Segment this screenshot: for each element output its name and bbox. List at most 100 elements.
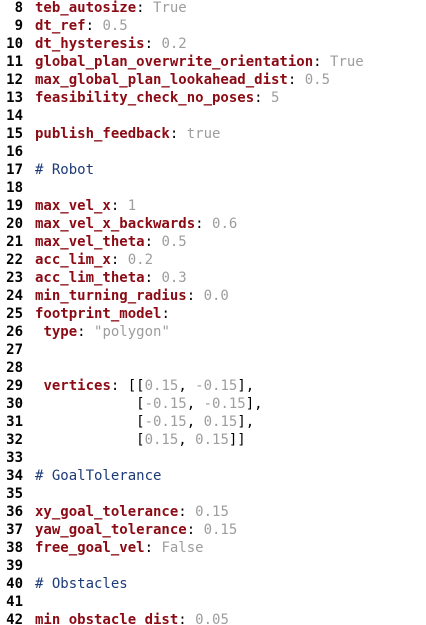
code-text: footprint_model: [35,305,170,323]
code-value: 0.0 [203,288,229,304]
code-line[interactable]: 19 max_vel_x: 1 [0,197,136,215]
code-editor[interactable]: 8 teb_autosize: True 9 dt_ref: 0.5 10 dt_hyst… [0,0,426,625]
line-number: 31 [6,414,23,430]
code-text: max_vel_theta: 0.5 [35,233,187,251]
code-value: -0.15 [144,396,187,412]
code-line[interactable]: 35 [0,485,23,503]
code-line[interactable]: 37 yaw_goal_tolerance: 0.15 [0,521,237,539]
code-value: False [161,540,204,556]
code-line[interactable]: 22 acc_lim_x: 0.2 [0,251,153,269]
line-number: 22 [6,252,23,268]
code-line[interactable]: 25 footprint_model: [0,305,170,323]
code-text: dt_hysteresis: 0.2 [35,35,187,53]
code-line[interactable]: 33 [0,449,23,467]
code-value: 0.5 [304,72,331,88]
code-separator: : [144,234,162,250]
code-key: max_global_plan_lookahead_dist [35,72,288,88]
code-value: 0.5 [102,18,128,34]
code-value: 0.15 [195,504,229,520]
code-value: "polygon" [94,324,170,340]
code-text: feasibility_check_no_poses: 5 [35,89,279,107]
code-key: min_turning_radius [35,288,187,304]
code-text: dt_ref: 0.5 [35,17,128,35]
line-number: 16 [6,144,23,160]
code-punctuation: [ [35,396,145,412]
code-text: max_vel_x_backwards: 0.6 [35,215,237,233]
code-line[interactable]: 16 [0,143,23,161]
code-line[interactable]: 15 publish_feedback: true [0,125,220,143]
code-key: acc_lim_theta [35,270,145,286]
code-line[interactable]: 13 feasibility_check_no_poses: 5 [0,89,279,107]
code-punctuation: , [186,396,204,412]
line-number: 25 [6,306,23,322]
code-punctuation: ], [245,396,263,412]
code-punctuation: [ [35,414,145,430]
line-number: 24 [6,288,23,304]
line-number: 15 [6,126,23,142]
code-value: True [330,54,364,70]
code-punctuation: ], [237,414,255,430]
code-value: 1 [127,198,137,214]
code-line[interactable]: 32 [0.15, 0.15]] [0,431,246,449]
code-comment: # Obstacles [35,576,128,592]
code-line[interactable]: 14 [0,107,23,125]
code-text: [-0.15, 0.15], [35,413,254,431]
code-key: max_vel_x_backwards [35,216,196,232]
code-separator: : [186,522,204,538]
code-text: global_plan_overwrite_orientation: True [35,53,364,71]
code-line[interactable]: 28 [0,359,23,377]
code-punctuation: , [178,378,196,394]
code-separator: : [110,252,128,268]
code-value: -0.15 [195,378,238,394]
code-separator: : [144,36,162,52]
code-line[interactable]: 41 [0,593,23,611]
code-value: 0.05 [195,612,229,625]
code-value: 0.6 [212,216,238,232]
code-line[interactable]: 21 max_vel_theta: 0.5 [0,233,187,251]
code-text: [0.15, 0.15]] [35,431,246,449]
code-line[interactable]: 23 acc_lim_theta: 0.3 [0,269,187,287]
code-line[interactable]: 38 free_goal_vel: False [0,539,203,557]
code-line[interactable]: 20 max_vel_x_backwards: 0.6 [0,215,237,233]
code-line[interactable]: 18 [0,179,23,197]
code-line[interactable]: 29 vertices: [[0.15, -0.15], [0,377,254,395]
code-punctuation: [ [35,432,145,448]
code-text: teb_autosize: True [35,0,187,17]
code-text: min_turning_radius: 0.0 [35,287,229,305]
code-line[interactable]: 42 min_obstacle_dist: 0.05 [0,611,229,625]
line-number: 26 [6,324,23,340]
line-number: 32 [6,432,23,448]
code-line[interactable]: 24 min_turning_radius: 0.0 [0,287,229,305]
code-line[interactable]: 39 [0,557,23,575]
code-separator: : [254,90,272,106]
line-number: 28 [6,360,23,376]
code-comment: # Robot [35,162,95,178]
code-line[interactable]: 40 # Obstacles [0,575,128,593]
code-line[interactable]: 9 dt_ref: 0.5 [0,17,128,35]
code-line[interactable]: 17 # Robot [0,161,94,179]
code-line[interactable]: 26 type: "polygon" [0,323,170,341]
code-value: True [153,0,187,16]
code-line[interactable]: 31 [-0.15, 0.15], [0,413,254,431]
code-line[interactable]: 34 # GoalTolerance [0,467,161,485]
code-line[interactable]: 36 xy_goal_tolerance: 0.15 [0,503,229,521]
line-number: 40 [6,576,23,592]
code-line[interactable]: 10 dt_hysteresis: 0.2 [0,35,187,53]
code-comment: # GoalTolerance [35,468,162,484]
code-line[interactable]: 30 [-0.15, -0.15], [0,395,262,413]
code-text: [-0.15, -0.15], [35,395,263,413]
code-text: # Obstacles [35,575,128,593]
code-text: acc_lim_x: 0.2 [35,251,153,269]
code-key: xy_goal_tolerance [35,504,179,520]
code-separator: : [195,216,213,232]
code-line[interactable]: 11 global_plan_overwrite_orientation: Tru… [0,53,364,71]
code-line[interactable]: 12 max_global_plan_lookahead_dist: 0.5 [0,71,330,89]
line-number: 42 [6,612,23,625]
line-number: 8 [14,0,23,16]
code-key: dt_hysteresis [35,36,145,52]
code-value: 0.15 [203,414,238,430]
line-number: 34 [6,468,23,484]
code-line[interactable]: 27 [0,341,23,359]
code-separator: : [136,0,154,16]
code-line[interactable]: 8 teb_autosize: True [0,0,187,17]
